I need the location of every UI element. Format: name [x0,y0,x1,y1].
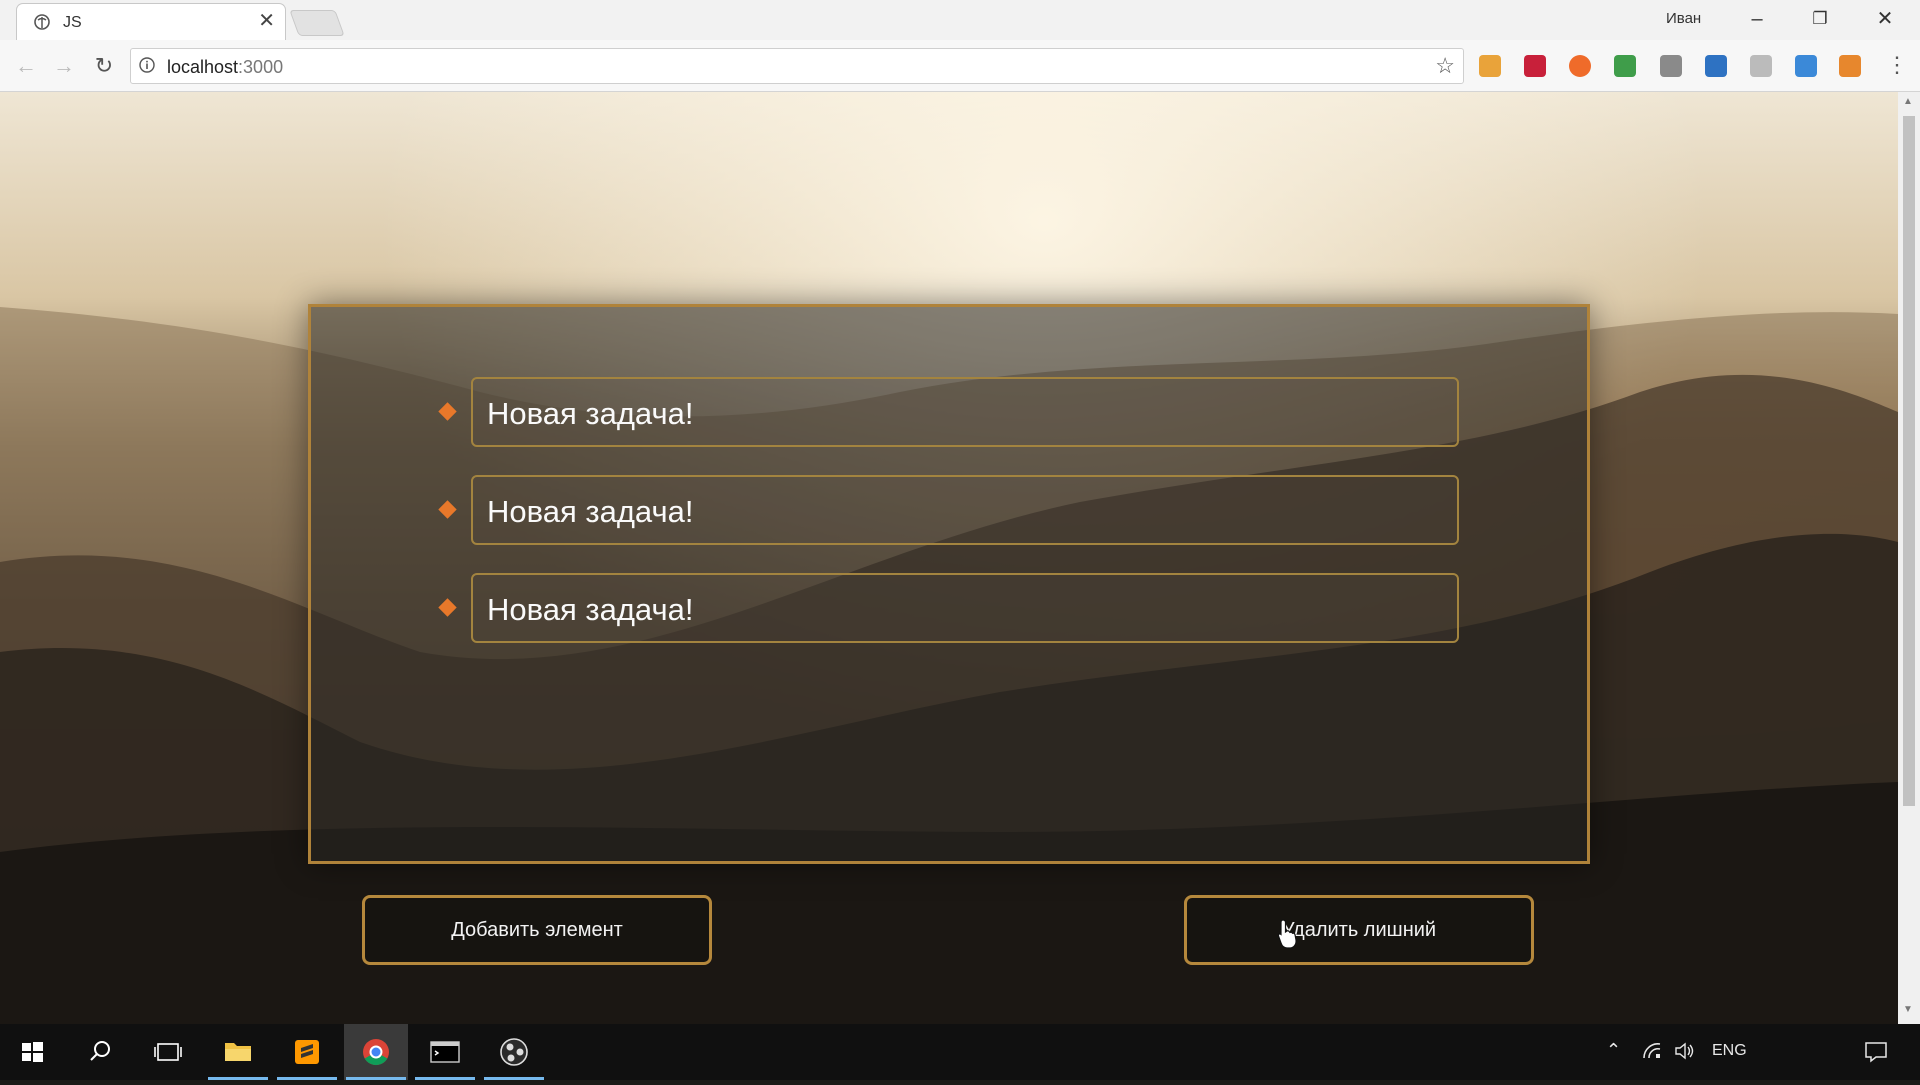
scroll-down-icon[interactable]: ▼ [1903,1004,1913,1015]
back-icon[interactable]: ← [12,52,40,80]
taskbar-obs[interactable] [482,1024,546,1080]
task-text: Новая задача! [487,396,694,431]
start-button[interactable] [0,1024,64,1080]
bookmark-star-icon[interactable]: ☆ [1435,53,1455,79]
remove-extra-button[interactable]: Удалить лишний [1184,895,1534,965]
new-tab-button[interactable] [289,10,345,36]
restore-icon[interactable]: ❐ [1797,4,1843,34]
task-item-box[interactable]: Новая задача! [471,573,1459,643]
taskbar-chrome[interactable] [344,1024,408,1080]
minimize-icon[interactable]: – [1734,4,1780,34]
tab-strip: JS ✕ Иван – ❐ ✕ [0,0,1920,40]
extension-stack-icon[interactable] [1705,55,1727,77]
taskbar-terminal[interactable] [413,1024,477,1080]
add-element-button[interactable]: Добавить элемент [362,895,712,965]
folder-icon [225,1043,251,1061]
extension-blue-icon[interactable] [1795,55,1817,77]
task-view-icon [154,1043,182,1061]
action-center-icon[interactable] [1864,1041,1888,1063]
search-icon [90,1041,110,1061]
page-scrollbar[interactable]: ▲ ▼ [1898,92,1920,1024]
reload-icon[interactable]: ↻ [90,52,118,80]
extension-orange-icon[interactable] [1569,55,1591,77]
extension-page-icon[interactable] [1750,55,1772,77]
browser-menu-icon[interactable]: ⋮ [1886,54,1908,76]
browser-toolbar: ← → ↻ localhost:3000 ☆ ⋮ [0,40,1920,92]
chrome-icon [363,1039,389,1066]
terminal-icon [430,1041,460,1063]
extension-colorpicker-icon[interactable] [1660,55,1682,77]
task-text: Новая задача! [487,494,694,529]
task-view-button[interactable] [136,1024,200,1080]
search-button[interactable] [68,1024,132,1080]
sublime-text-icon [295,1040,319,1064]
task-list-panel: Новая задача! Новая задача! Новая задача… [308,304,1590,864]
tab-close-icon[interactable]: ✕ [258,11,275,31]
forward-icon[interactable]: → [50,52,78,80]
list-item: Новая задача! [438,377,1459,447]
extension-home-icon[interactable] [1479,55,1501,77]
profile-name[interactable]: Иван [1666,10,1701,27]
obs-icon [500,1038,528,1066]
diamond-bullet-icon [438,500,457,519]
address-bar[interactable]: localhost:3000 ☆ [130,48,1464,84]
list-item: Новая задача! [438,573,1459,643]
extension-evernote-icon[interactable] [1614,55,1636,77]
task-item-box[interactable]: Новая задача! [471,475,1459,545]
volume-icon[interactable] [1674,1042,1696,1060]
network-icon[interactable] [1642,1042,1662,1060]
scrollbar-thumb[interactable] [1903,116,1915,806]
page-viewport: Новая задача! Новая задача! Новая задача… [0,92,1898,1024]
diamond-bullet-icon [438,598,457,617]
mouse-pointer-icon [1277,919,1297,949]
window-close-icon[interactable]: ✕ [1862,4,1908,34]
language-indicator[interactable]: ENG [1712,1042,1747,1060]
browser-tab[interactable]: JS ✕ [16,3,286,40]
taskbar-file-explorer[interactable] [206,1024,270,1080]
site-info-icon[interactable] [139,57,155,73]
task-text: Новая задача! [487,592,694,627]
tab-title: JS [63,14,82,31]
windows-taskbar: ⌃ ENG [0,1024,1920,1080]
task-item-box[interactable]: Новая задача! [471,377,1459,447]
url-text: localhost:3000 [167,57,284,77]
diamond-bullet-icon [438,402,457,421]
scroll-up-icon[interactable]: ▲ [1903,96,1913,107]
windows-logo-icon [22,1042,43,1062]
show-hidden-icons-icon[interactable]: ⌃ [1606,1040,1621,1061]
extension-lastpass-icon[interactable] [1524,55,1546,77]
taskbar-sublime-text[interactable] [275,1024,339,1080]
tab-favicon-icon [34,14,50,30]
list-item: Новая задача! [438,475,1459,545]
extension-rss-icon[interactable] [1839,55,1861,77]
